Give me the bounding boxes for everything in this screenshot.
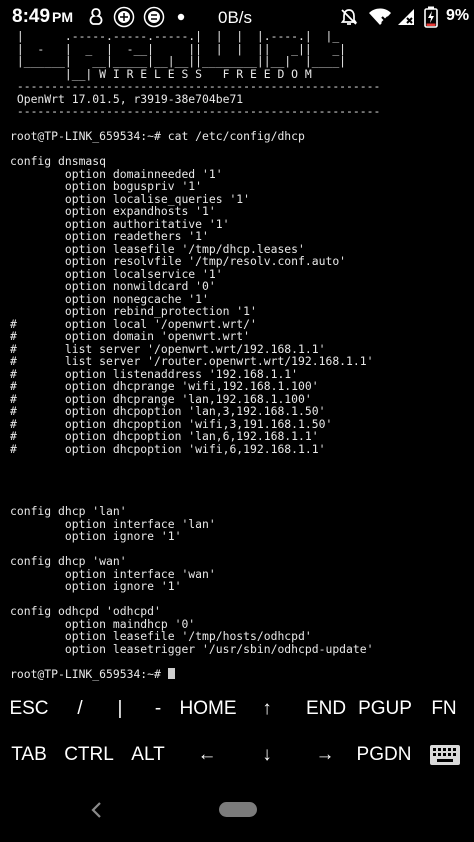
- terminal-output[interactable]: | .-----.-----.-----.| | | |.----.| |_ |…: [10, 30, 470, 685]
- key-esc[interactable]: ESC: [4, 686, 54, 732]
- notifications-off-icon: [338, 6, 360, 28]
- key-tab[interactable]: TAB: [4, 732, 54, 778]
- network-speed: 0B/s: [218, 8, 253, 27]
- battery-charging-icon: [420, 6, 442, 28]
- key-end[interactable]: END: [302, 686, 350, 732]
- terminal-lines: | .-----.-----.-----.| | | |.----.| |_ |…: [10, 30, 381, 656]
- extra-keys-row-1: ESC / | - HOME ↑ END PGUP FN: [0, 686, 474, 732]
- status-time-ampm: PM: [52, 9, 74, 25]
- app-icon-1: [112, 6, 136, 28]
- cellular-off-icon: [396, 6, 416, 28]
- key-left[interactable]: ←: [184, 732, 230, 778]
- key-home[interactable]: HOME: [176, 686, 240, 732]
- battery-percent: 9%: [446, 7, 470, 24]
- wifi-off-icon: [368, 6, 392, 28]
- app-icon-2: [142, 6, 166, 28]
- key-minus[interactable]: -: [134, 686, 182, 732]
- key-up[interactable]: ↑: [244, 686, 290, 732]
- terminal-prompt: root@TP-LINK_659534:~#: [10, 666, 168, 681]
- home-pill-button[interactable]: [219, 802, 257, 817]
- extra-keys-bar: ESC / | - HOME ↑ END PGUP FN TAB CTRL AL…: [0, 686, 474, 778]
- gesture-icon: [86, 6, 106, 28]
- key-pgdn[interactable]: PGDN: [352, 732, 416, 778]
- terminal-prompt-line: root@TP-LINK_659534:~#: [10, 666, 470, 681]
- extra-keys-row-2: TAB CTRL ALT ← ↓ → PGDN: [0, 732, 474, 778]
- status-time: 8:49 PM: [12, 6, 73, 28]
- status-bar: 8:49 PM 0B/s 9%: [0, 0, 474, 34]
- key-keyboard[interactable]: [422, 732, 468, 778]
- key-right[interactable]: →: [302, 732, 348, 778]
- keyboard-icon: [430, 745, 460, 765]
- status-time-value: 8:49: [12, 6, 51, 27]
- key-alt[interactable]: ALT: [124, 732, 172, 778]
- key-pgup[interactable]: PGUP: [356, 686, 414, 732]
- key-down[interactable]: ↓: [244, 732, 290, 778]
- dot-icon: [176, 6, 186, 28]
- key-ctrl[interactable]: CTRL: [60, 732, 118, 778]
- back-button[interactable]: [86, 796, 106, 824]
- back-chevron-icon: [91, 802, 101, 818]
- key-fn[interactable]: FN: [420, 686, 468, 732]
- terminal-cursor: [167, 667, 175, 679]
